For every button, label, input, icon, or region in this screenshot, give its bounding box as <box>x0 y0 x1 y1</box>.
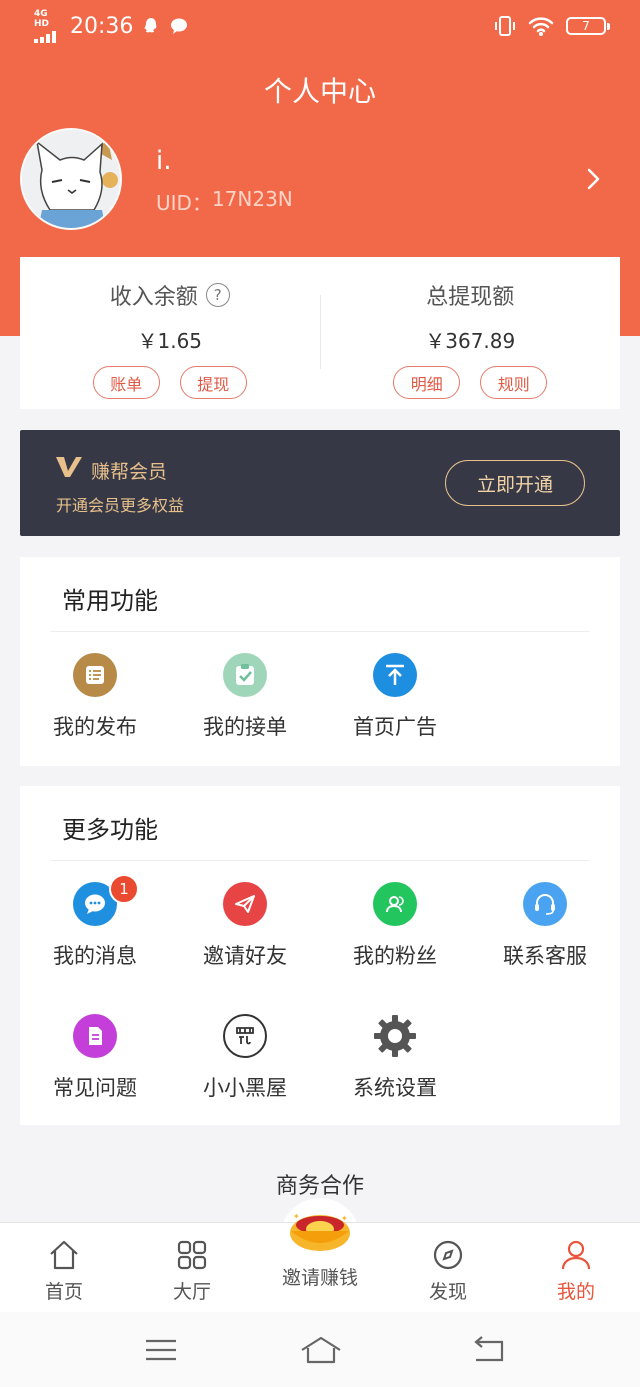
user-uid: UID： 17N23N <box>156 187 293 216</box>
profile-chevron-right-icon[interactable] <box>580 165 608 193</box>
withdraw-button[interactable]: 提现 <box>179 366 247 399</box>
fn-label: 邀请好友 <box>203 944 287 968</box>
vip-logo-icon <box>56 457 82 477</box>
total-label: 总提现额 <box>426 285 515 310</box>
tab-mine[interactable]: 我的 <box>512 1223 640 1313</box>
user-name: i. <box>156 146 172 176</box>
signal-icon: 4G HD <box>34 9 62 43</box>
divider <box>50 860 590 861</box>
faq-button[interactable]: 常见问题 <box>20 1014 170 1102</box>
battery-level: 7 <box>582 19 590 33</box>
fn-label: 首页广告 <box>353 715 437 739</box>
my-orders-button[interactable]: 我的接单 <box>170 653 320 741</box>
vibrate-icon <box>495 16 515 36</box>
tab-label: 大厅 <box>172 1281 211 1303</box>
paper-plane-icon <box>223 882 267 926</box>
tab-label: 首页 <box>44 1281 83 1303</box>
uid-value: 17N23N <box>211 187 293 211</box>
total-withdraw-section: 总提现额 ￥367.89 明细 规则 <box>321 257 621 409</box>
tab-hall[interactable]: 大厅 <box>128 1223 256 1313</box>
battery-icon: 7 <box>566 17 610 35</box>
tab-label: 发现 <box>428 1281 467 1303</box>
home-nav-icon[interactable] <box>300 1334 342 1366</box>
system-nav-bar <box>0 1312 640 1387</box>
income-section: 收入余额 ? ￥1.65 账单 提现 <box>20 257 320 409</box>
user-group-icon <box>373 882 417 926</box>
more-functions-card: 更多功能 1 我的消息 邀请好友 我的粉丝 联系客服 常见问题 小小黑屋 系统设… <box>20 786 620 1125</box>
gear-icon <box>373 1014 417 1058</box>
network-label: 4G HD <box>34 9 50 29</box>
help-icon[interactable]: ? <box>205 283 230 307</box>
vip-title: 赚帮会员 <box>91 461 168 483</box>
cat-avatar-icon <box>22 130 120 228</box>
page-title: 个人中心 <box>263 75 376 108</box>
svg-text:✦: ✦ <box>293 1212 300 1221</box>
bill-button[interactable]: 账单 <box>92 366 160 399</box>
document-icon <box>73 1014 117 1058</box>
back-icon[interactable] <box>470 1334 506 1366</box>
balance-card: 收入余额 ? ￥1.65 账单 提现 总提现额 ￥367.89 明细 规则 <box>20 257 620 409</box>
tab-bar: 首页 大厅 ✦ ✦ 邀请赚钱 发现 我的 <box>0 1212 640 1313</box>
my-messages-button[interactable]: 1 我的消息 <box>20 874 170 970</box>
blacklist-room-button[interactable]: 小小黑屋 <box>170 1014 320 1102</box>
income-label: 收入余额 <box>109 285 198 310</box>
clipboard-check-icon <box>223 653 267 697</box>
fn-label: 系统设置 <box>353 1076 437 1100</box>
section-title: 更多功能 <box>62 816 158 844</box>
fn-label: 联系客服 <box>503 944 587 968</box>
vip-open-button[interactable]: 立即开通 <box>445 460 585 506</box>
income-value: ￥1.65 <box>137 329 203 353</box>
customer-service-button[interactable]: 联系客服 <box>470 882 620 970</box>
svg-text:✦: ✦ <box>341 1214 348 1223</box>
tab-label: 邀请赚钱 <box>281 1267 358 1289</box>
tab-discover[interactable]: 发现 <box>384 1223 512 1313</box>
home-icon <box>50 1240 78 1270</box>
vip-banner: 赚帮会员 开通会员更多权益 立即开通 <box>20 430 620 536</box>
user-icon <box>561 1240 591 1270</box>
uid-label: UID： <box>156 191 212 215</box>
section-title: 常用功能 <box>62 587 158 615</box>
menu-icon[interactable] <box>143 1334 179 1366</box>
avatar[interactable] <box>20 128 122 230</box>
status-time: 20:36 <box>70 13 134 39</box>
business-cooperation-title[interactable]: 商务合作 <box>0 1168 640 1200</box>
grid-icon <box>177 1240 207 1270</box>
detail-button[interactable]: 明细 <box>393 366 461 399</box>
tab-invite[interactable]: ✦ ✦ 邀请赚钱 <box>256 1212 384 1313</box>
settings-button[interactable]: 系统设置 <box>320 1014 470 1102</box>
my-fans-button[interactable]: 我的粉丝 <box>320 882 470 970</box>
home-ad-button[interactable]: 首页广告 <box>320 653 470 741</box>
common-functions-card: 常用功能 我的发布 我的接单 首页广告 <box>20 557 620 766</box>
penalty-icon <box>223 1014 267 1058</box>
pin-top-icon <box>373 653 417 697</box>
status-bar: 4G HD 20:36 7 <box>0 0 640 52</box>
fn-label: 常见问题 <box>53 1076 137 1100</box>
fn-label: 我的粉丝 <box>353 944 437 968</box>
message-icon: 1 <box>73 874 139 926</box>
total-value: ￥367.89 <box>425 329 516 353</box>
tab-home[interactable]: 首页 <box>0 1223 128 1313</box>
invite-friends-button[interactable]: 邀请好友 <box>170 882 320 970</box>
tab-label: 我的 <box>556 1281 595 1303</box>
unread-badge: 1 <box>109 874 139 904</box>
divider <box>50 631 590 632</box>
fn-label: 我的接单 <box>203 715 287 739</box>
vip-subtitle: 开通会员更多权益 <box>56 496 185 515</box>
list-icon <box>73 653 117 697</box>
fn-label: 小小黑屋 <box>203 1076 287 1100</box>
rules-button[interactable]: 规则 <box>480 366 548 399</box>
fn-label: 我的消息 <box>53 944 137 968</box>
wechat-icon <box>171 18 188 34</box>
gold-ingot-icon: ✦ ✦ <box>290 1212 350 1251</box>
headset-icon <box>523 882 567 926</box>
compass-icon <box>433 1240 463 1270</box>
wifi-icon <box>528 17 554 36</box>
my-posts-button[interactable]: 我的发布 <box>20 653 170 741</box>
qq-icon <box>144 18 157 33</box>
fn-label: 我的发布 <box>53 715 137 739</box>
